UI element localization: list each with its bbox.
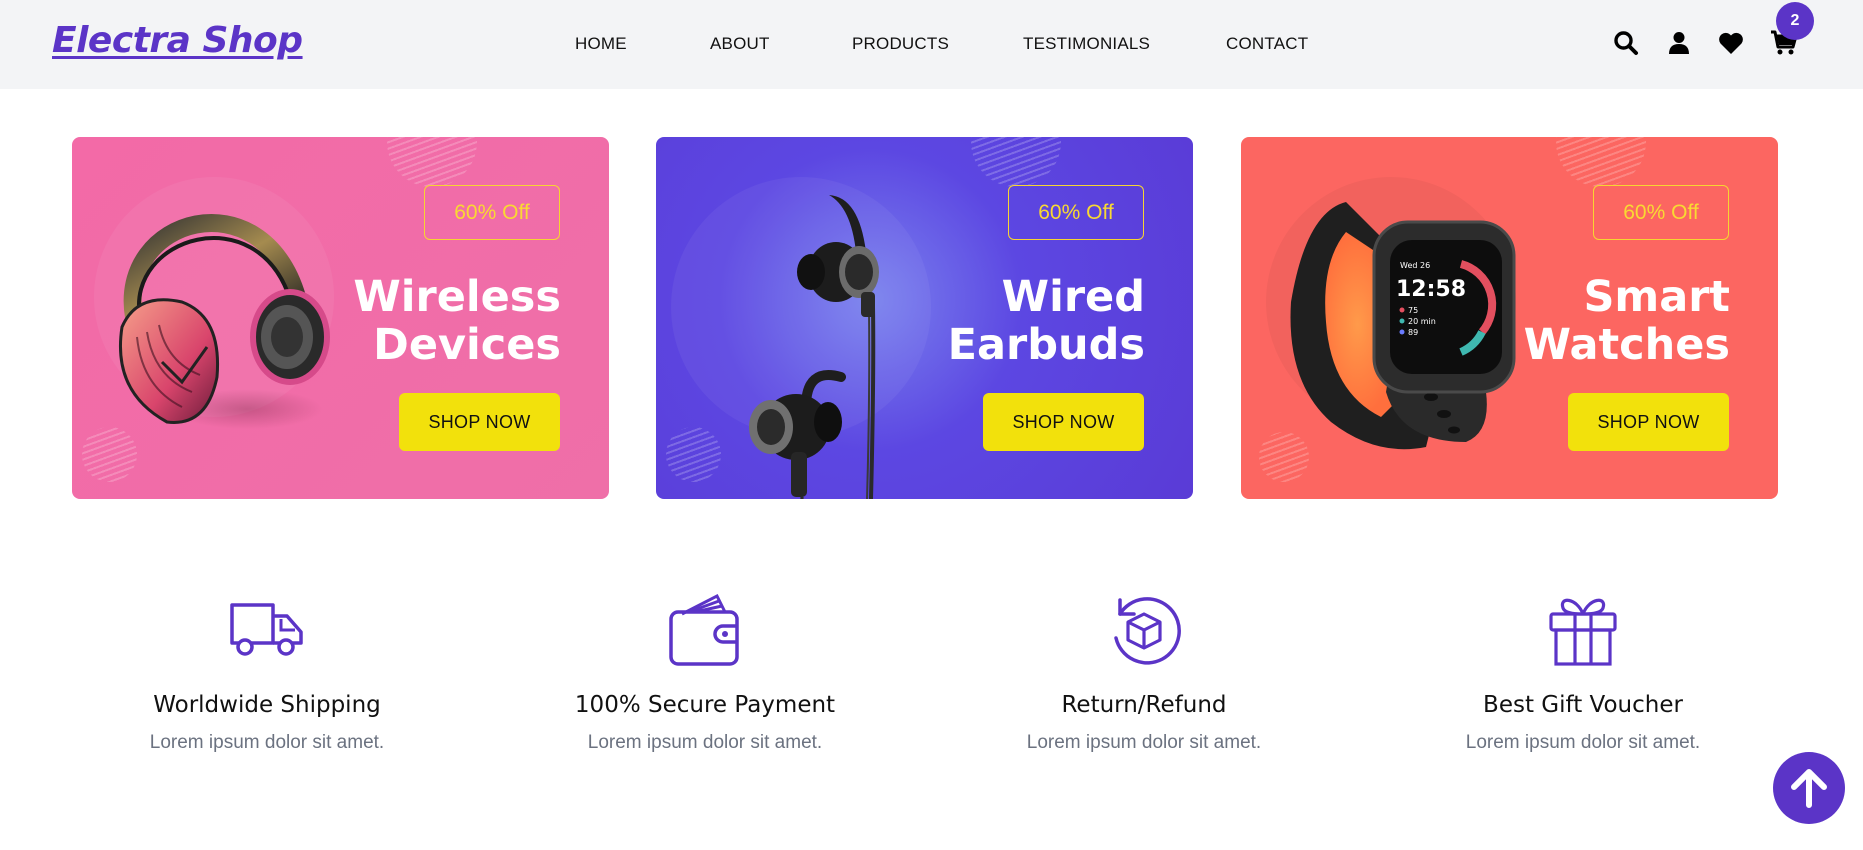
feature-description: Lorem ipsum dolor sit amet. — [1026, 732, 1262, 753]
smart-watch-image: Wed 26 12:58 75 20 min 89 — [1290, 202, 1516, 450]
nav-testimonials[interactable]: TESTIMONIALS — [1023, 34, 1150, 54]
decor-stripes — [971, 137, 1061, 187]
nav-home[interactable]: HOME — [575, 34, 627, 54]
feature-description: Lorem ipsum dolor sit amet. — [149, 732, 385, 753]
banner-title-line2: Earbuds — [947, 320, 1145, 370]
discount-badge: 60% Off — [424, 185, 560, 240]
truck-icon — [97, 590, 437, 670]
nav-products[interactable]: PRODUCTS — [852, 34, 949, 54]
headphones-image — [119, 214, 330, 429]
banner-title-line2: Watches — [1523, 320, 1730, 370]
gift-icon — [1413, 590, 1753, 670]
banner-title: Wired Earbuds — [948, 273, 1145, 369]
feature-title: Return/Refund — [1061, 692, 1227, 718]
banner-title-line1: Wireless — [353, 272, 561, 322]
decor-stripes — [1556, 137, 1646, 187]
banner-wireless-devices[interactable]: 60% Off Wireless Devices SHOP NOW — [72, 137, 609, 499]
return-box-icon — [974, 590, 1314, 670]
watch-time: 12:58 — [1396, 277, 1466, 302]
nav-about[interactable]: ABOUT — [710, 34, 770, 54]
feature-title: 100% Secure Payment — [574, 692, 836, 718]
shop-now-button[interactable]: SHOP NOW — [1568, 393, 1729, 451]
banner-title: Smart Watches — [1524, 273, 1730, 369]
scroll-to-top-button[interactable] — [1773, 752, 1845, 824]
banner-title-line1: Smart — [1583, 272, 1730, 322]
feature-description: Lorem ipsum dolor sit amet. — [587, 732, 823, 753]
arrow-up-icon — [1791, 769, 1827, 808]
site-header: Electra Shop HOME ABOUT PRODUCTS TESTIMO… — [0, 0, 1863, 89]
search-icon[interactable] — [1611, 28, 1641, 58]
feature-return: Return/Refund Lorem ipsum dolor sit amet… — [974, 590, 1314, 754]
watch-stat-steps: 89 — [1408, 328, 1418, 337]
earbuds-image — [749, 195, 879, 499]
shop-now-button[interactable]: SHOP NOW — [399, 393, 560, 451]
decor-stripes — [387, 137, 477, 187]
watch-stat-minutes: 20 min — [1408, 317, 1436, 326]
banner-smart-watches[interactable]: Wed 26 12:58 75 20 min 89 60% Off Smart … — [1241, 137, 1778, 499]
heart-icon[interactable] — [1716, 28, 1746, 58]
user-icon[interactable] — [1664, 28, 1694, 58]
feature-description: Lorem ipsum dolor sit amet. — [1465, 732, 1701, 753]
banner-wired-earbuds[interactable]: 60% Off Wired Earbuds SHOP NOW — [656, 137, 1193, 499]
nav-contact[interactable]: CONTACT — [1226, 34, 1308, 54]
shop-now-button[interactable]: SHOP NOW — [983, 393, 1144, 451]
banner-title: Wireless Devices — [353, 273, 561, 369]
feature-title: Worldwide Shipping — [153, 692, 381, 718]
feature-shipping: Worldwide Shipping Lorem ipsum dolor sit… — [97, 590, 437, 754]
watch-day: Wed 26 — [1400, 261, 1430, 270]
watch-stat-heart: 75 — [1408, 306, 1418, 315]
cart-count-badge: 2 — [1776, 2, 1814, 40]
discount-badge: 60% Off — [1008, 185, 1144, 240]
feature-gift: Best Gift Voucher Lorem ipsum dolor sit … — [1413, 590, 1753, 754]
main-nav: HOME ABOUT PRODUCTS TESTIMONIALS CONTACT — [0, 34, 1863, 56]
banner-title-line1: Wired — [1001, 272, 1145, 322]
feature-title: Best Gift Voucher — [1483, 692, 1683, 718]
banner-title-line2: Devices — [373, 320, 561, 370]
discount-badge: 60% Off — [1593, 185, 1729, 240]
feature-payment: 100% Secure Payment Lorem ipsum dolor si… — [535, 590, 875, 754]
wallet-icon — [535, 590, 875, 670]
